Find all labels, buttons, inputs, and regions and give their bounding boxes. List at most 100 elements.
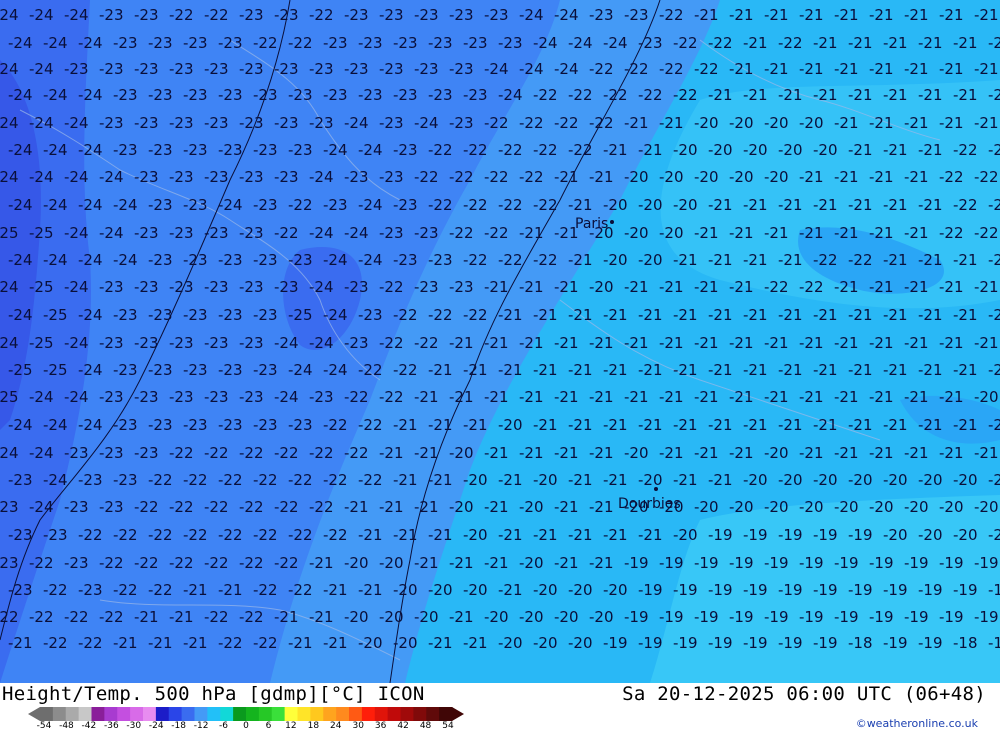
temperature-label: -20 <box>554 608 579 626</box>
temperature-label: -23 <box>218 34 243 52</box>
temperature-label: -21 <box>918 306 943 324</box>
temperature-label: -23 <box>274 278 299 296</box>
temperature-label: -21 <box>393 526 418 544</box>
temperature-label: -21 <box>904 334 929 352</box>
temperature-label: -23 <box>113 471 138 489</box>
temperature-label: -21 <box>708 471 733 489</box>
temperature-label: -21 <box>113 634 138 652</box>
temperature-label: -20 <box>393 634 418 652</box>
temperature-label: -20 <box>484 608 509 626</box>
temperature-label: -21 <box>799 444 824 462</box>
temperature-label: -19 <box>813 526 838 544</box>
temperature-label: -23 <box>589 6 614 24</box>
temperature-label: -21 <box>953 416 978 434</box>
temperature-label: -21 <box>848 34 873 52</box>
temperature-label: -21 <box>589 444 614 462</box>
temperature-label: -19 <box>974 554 999 572</box>
temperature-label: -23 <box>134 388 159 406</box>
temperature-label: -23 <box>323 86 348 104</box>
temperature-label: -21 <box>778 251 803 269</box>
temperature-label: -23 <box>8 471 33 489</box>
temperature-label: -21 <box>393 471 418 489</box>
temperature-label: -24 <box>113 196 138 214</box>
city-dot <box>654 487 658 491</box>
temperature-label: -23 <box>239 168 264 186</box>
temperature-label: -23 <box>239 334 264 352</box>
temperature-label: -22 <box>113 581 138 599</box>
temperature-label: -21 <box>659 278 684 296</box>
temperature-label: -22 <box>204 6 229 24</box>
temperature-label: -23 <box>134 224 159 242</box>
temperature-label: -22 <box>988 196 1000 214</box>
temperature-label: -24 <box>29 60 54 78</box>
temperature-label: -22 <box>449 168 474 186</box>
temperature-label: -20 <box>918 526 943 544</box>
temperature-label: -23 <box>99 6 124 24</box>
temperature-label: -25 <box>288 306 313 324</box>
temperature-label: -21 <box>568 526 593 544</box>
temperature-label: -22 <box>134 498 159 516</box>
temperature-label: -21 <box>449 608 474 626</box>
legend-tick-label: -42 <box>81 721 97 731</box>
temperature-label: -23 <box>253 306 278 324</box>
temperature-label: -21 <box>869 224 894 242</box>
temperature-label: -20 <box>764 114 789 132</box>
temperature-label: -23 <box>253 251 278 269</box>
temperature-label: -21 <box>414 388 439 406</box>
temperature-label: -20 <box>533 471 558 489</box>
temperature-label: -21 <box>813 196 838 214</box>
temperature-label: -23 <box>169 388 194 406</box>
temperature-label: -21 <box>883 306 908 324</box>
temperature-label: -20 <box>379 554 404 572</box>
temperature-label: -22 <box>414 334 439 352</box>
temperature-label: -21 <box>743 34 768 52</box>
temperature-label: -23 <box>288 86 313 104</box>
temperature-label: -22 <box>99 554 124 572</box>
temperature-label: -19 <box>764 554 789 572</box>
legend-arrow-left <box>28 707 40 721</box>
temperature-label: -23 <box>449 60 474 78</box>
legend-swatch <box>168 707 183 721</box>
temperature-label: -21 <box>883 141 908 159</box>
temperature-label: -22 <box>288 471 313 489</box>
temperature-label: -23 <box>414 224 439 242</box>
temperature-label: -21 <box>638 141 663 159</box>
legend-swatch <box>65 707 80 721</box>
temperature-label: -24 <box>309 168 334 186</box>
temperature-label: -20 <box>764 498 789 516</box>
temperature-label: -19 <box>778 526 803 544</box>
temperature-label: -21 <box>589 554 614 572</box>
temperature-label: -23 <box>183 361 208 379</box>
temperature-label: -23 <box>393 141 418 159</box>
temperature-label: -21 <box>904 6 929 24</box>
temperature-label: -22 <box>813 251 838 269</box>
temperature-label: -22 <box>43 634 68 652</box>
temperature-label: -20 <box>519 608 544 626</box>
temperature-label: -22 <box>463 251 488 269</box>
temperature-label: -20 <box>883 471 908 489</box>
temperature-label: -24 <box>64 114 89 132</box>
temperature-label: -25 <box>0 388 19 406</box>
temperature-label: -22 <box>638 86 663 104</box>
temperature-label: -24 <box>323 361 348 379</box>
temperature-label: -23 <box>288 416 313 434</box>
temperature-label: -23 <box>414 60 439 78</box>
temperature-label: -19 <box>743 634 768 652</box>
temperature-label: -25 <box>43 306 68 324</box>
temperature-label: -21 <box>799 334 824 352</box>
temperature-label: -25 <box>0 224 19 242</box>
temperature-label: -21 <box>988 361 1000 379</box>
temperature-label: -22 <box>309 498 334 516</box>
temperature-label: -22 <box>183 471 208 489</box>
temperature-label: -24 <box>309 278 334 296</box>
temperature-label: -22 <box>274 444 299 462</box>
temperature-label: -21 <box>638 306 663 324</box>
temperature-label: -21 <box>428 471 453 489</box>
temperature-label: -21 <box>498 526 523 544</box>
temperature-label: -24 <box>78 34 103 52</box>
legend-tick-label: -18 <box>171 721 187 731</box>
credit-link[interactable]: ©weatheronline.co.uk <box>856 717 978 730</box>
temperature-label: -22 <box>29 554 54 572</box>
temperature-label: -24 <box>64 334 89 352</box>
temperature-label: -20 <box>358 634 383 652</box>
